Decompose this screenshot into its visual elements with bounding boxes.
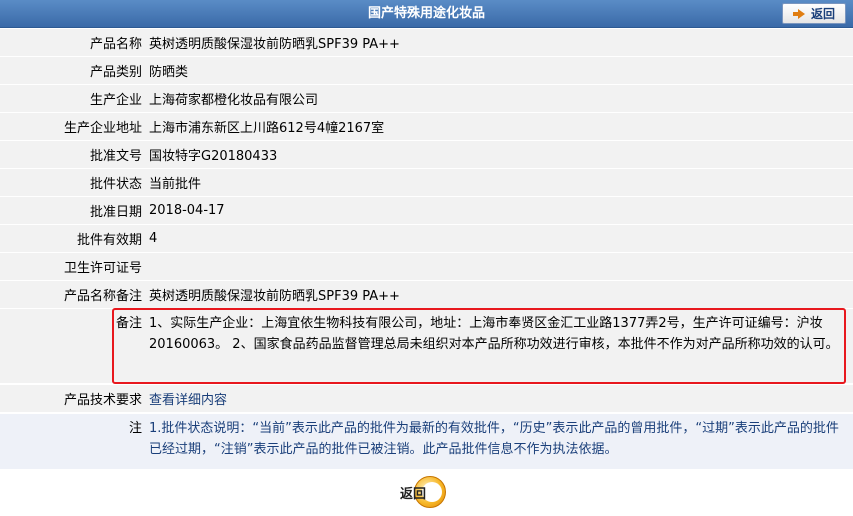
row-product-name-note: 产品名称备注 英树透明质酸保湿妆前防晒乳SPF39 PA++	[0, 281, 853, 309]
field-label: 产品技术要求	[63, 393, 142, 408]
row-product-category: 产品类别 防晒类	[0, 57, 853, 85]
back-button-top[interactable]: 返回	[782, 3, 846, 24]
field-value-note: 1.批件状态说明：“当前”表示此产品的批件为最新的有效批件，“历史”表示此产品的…	[149, 421, 839, 457]
field-value-remarks: 1、实际生产企业：上海宜依生物科技有限公司，地址：上海市奉贤区金汇工业路1377…	[149, 316, 839, 352]
detail-page: 国产特殊用途化妆品 返回 产品名称 英树透明质酸保湿妆前防晒乳SPF39 PA+…	[0, 0, 853, 516]
field-label: 注	[128, 421, 142, 436]
field-value-manufacturer: 上海荷家都橙化妆品有限公司	[149, 93, 319, 108]
row-remarks: 备注 1、实际生产企业：上海宜依生物科技有限公司，地址：上海市奉贤区金汇工业路1…	[0, 309, 853, 384]
field-label: 产品名称	[89, 37, 142, 52]
field-label: 批件有效期	[76, 233, 142, 248]
page-title: 国产特殊用途化妆品	[367, 6, 485, 21]
title-bar: 国产特殊用途化妆品 返回	[0, 0, 853, 28]
arrow-right-icon	[797, 8, 805, 19]
tech-requirements-link[interactable]: 查看详细内容	[149, 385, 847, 412]
field-value-product-category: 防晒类	[149, 65, 189, 80]
field-label: 产品名称备注	[63, 289, 142, 304]
field-label: 批准文号	[89, 149, 142, 164]
row-product-name: 产品名称 英树透明质酸保湿妆前防晒乳SPF39 PA++	[0, 29, 853, 57]
field-value-validity-period: 4	[149, 231, 158, 246]
field-value-approval-date: 2018-04-17	[149, 203, 225, 218]
row-approval-date: 批准日期 2018-04-17	[0, 197, 853, 225]
field-label: 备注	[115, 316, 142, 331]
field-label: 生产企业	[89, 93, 142, 108]
field-label: 批件状态	[89, 177, 142, 192]
field-label: 产品类别	[89, 65, 142, 80]
field-value-approval-status: 当前批件	[149, 177, 202, 192]
back-button-bottom-label: 返回	[400, 487, 427, 502]
row-validity-period: 批件有效期 4	[0, 225, 853, 253]
field-value-approval-number: 国妆特字G20180433	[149, 149, 278, 164]
field-label: 批准日期	[89, 205, 142, 220]
field-value-product-name-note: 英树透明质酸保湿妆前防晒乳SPF39 PA++	[149, 289, 400, 304]
row-health-license: 卫生许可证号	[0, 253, 853, 281]
row-approval-status: 批件状态 当前批件	[0, 169, 853, 197]
field-label: 生产企业地址	[63, 121, 142, 136]
row-manufacturer: 生产企业 上海荷家都橙化妆品有限公司	[0, 85, 853, 113]
row-approval-number: 批准文号 国妆特字G20180433	[0, 141, 853, 169]
field-value-product-name: 英树透明质酸保湿妆前防晒乳SPF39 PA++	[149, 37, 400, 52]
back-button-bottom[interactable]: 返回	[396, 474, 452, 510]
field-label: 卫生许可证号	[63, 261, 142, 276]
row-manufacturer-address: 生产企业地址 上海市浦东新区上川路612号4幢2167室	[0, 113, 853, 141]
back-button-label: 返回	[810, 7, 835, 21]
row-note: 注 1.批件状态说明：“当前”表示此产品的批件为最新的有效批件，“历史”表示此产…	[0, 414, 853, 470]
row-tech-requirements: 产品技术要求 查看详细内容	[0, 385, 853, 413]
field-value-health-license	[149, 253, 847, 280]
field-value-manufacturer-address: 上海市浦东新区上川路612号4幢2167室	[149, 121, 385, 136]
